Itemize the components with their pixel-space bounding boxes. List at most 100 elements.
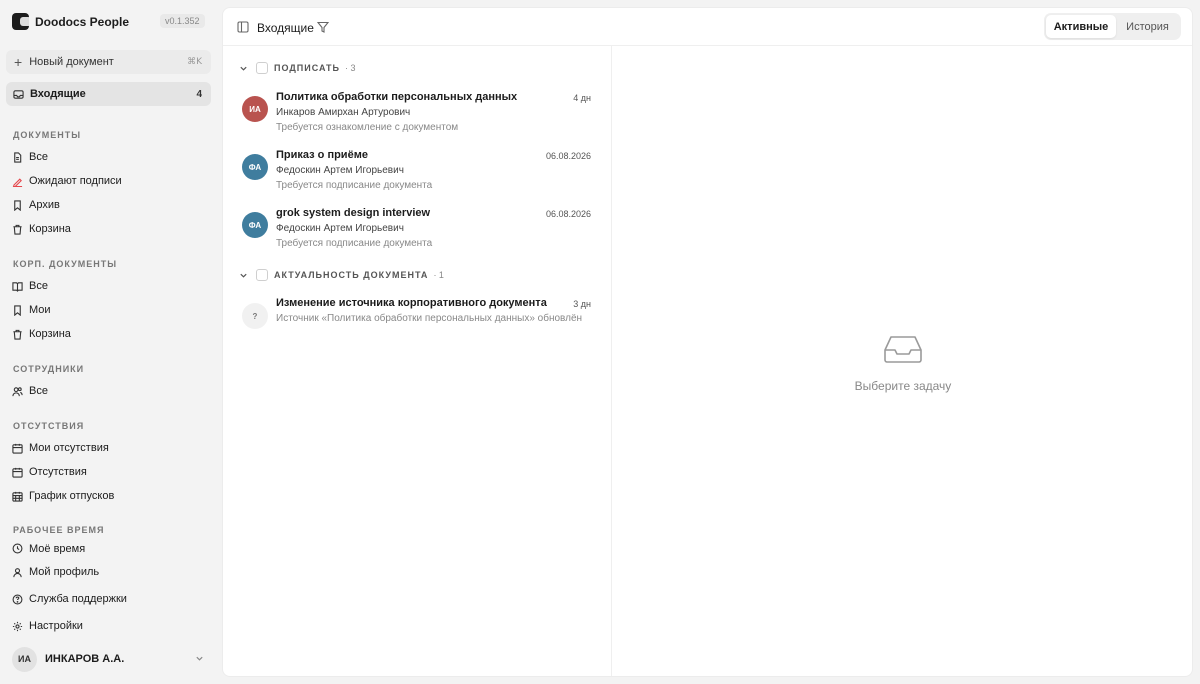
- new-document-button[interactable]: + Новый документ ⌘K: [6, 50, 211, 74]
- sidebar-item-absences[interactable]: Отсутствия: [12, 463, 87, 481]
- sidebar-item-label: Моё время: [29, 543, 86, 554]
- sidebar-item-label: Ожидают подписи: [29, 175, 122, 187]
- sidebar-item-corp-trash[interactable]: Корзина: [12, 325, 71, 343]
- sidebar-item-documents-trash[interactable]: Корзина: [12, 220, 71, 238]
- help-icon: [12, 594, 23, 605]
- sidebar-item-label: Все: [29, 151, 48, 163]
- sidebar-item-label: Мои отсутствия: [29, 442, 109, 454]
- task-title: Изменение источника корпоративного докум…: [276, 297, 547, 309]
- app-logo-icon: [12, 13, 29, 30]
- task-list: ПОДПИСАТЬ · 3 ИА Политика обработки перс…: [223, 46, 612, 676]
- task-title: Приказ о приёме: [276, 149, 368, 161]
- new-document-label: Новый документ: [29, 56, 114, 68]
- brand[interactable]: Doodocs People: [12, 13, 129, 30]
- task-status: Требуется ознакомление с документом: [276, 122, 459, 133]
- book-icon: [12, 281, 23, 292]
- trash-icon: [12, 329, 23, 340]
- group-checkbox[interactable]: [256, 62, 268, 74]
- task-status: Требуется подписание документа: [276, 238, 433, 249]
- user-menu[interactable]: ИА ИНКАРОВ А.А.: [12, 646, 208, 672]
- sidebar-item-support[interactable]: Служба поддержки: [12, 590, 127, 608]
- sidebar-item-label: Входящие: [30, 88, 86, 100]
- sidebar-item-label: Мой профиль: [29, 566, 100, 578]
- calendar-grid-icon: [12, 491, 23, 502]
- main-panel: Входящие Активные История ПОДПИСАТЬ · 3 …: [222, 7, 1193, 677]
- sidebar-item-awaiting-signature[interactable]: Ожидают подписи: [12, 172, 122, 190]
- task-title: grok system design interview: [276, 207, 431, 219]
- task-author: Федоскин Артем Игорьевич: [276, 165, 404, 176]
- avatar: ?: [242, 303, 268, 329]
- sidebar-item-label: Все: [29, 385, 48, 397]
- sidebar-item-employees-all[interactable]: Все: [12, 382, 48, 400]
- inbox-count-badge: 4: [196, 88, 202, 100]
- list-item[interactable]: ФА grok system design interview 06.08.20…: [223, 207, 612, 261]
- sidebar-item-label: Архив: [29, 199, 60, 211]
- task-title: Политика обработки персональных данных: [276, 91, 518, 103]
- plus-icon: +: [14, 54, 23, 70]
- calendar-icon: [12, 443, 23, 454]
- group-title: ПОДПИСАТЬ: [274, 63, 340, 73]
- sidebar-item-label: Служба поддержки: [29, 593, 127, 605]
- sidebar-item-label: Настройки: [29, 620, 83, 632]
- chevron-down-icon[interactable]: [239, 64, 248, 73]
- sidebar-item-archive[interactable]: Архив: [12, 196, 60, 214]
- inbox-icon: [13, 89, 24, 100]
- sidebar-item-documents-all[interactable]: Все: [12, 148, 48, 166]
- view-segmented-control: Активные История: [1044, 13, 1181, 40]
- sidebar-item-settings[interactable]: Настройки: [12, 617, 83, 635]
- bookmark-icon: [12, 304, 23, 316]
- avatar: ФА: [242, 154, 268, 180]
- list-item[interactable]: ? Изменение источника корпоративного док…: [223, 297, 612, 351]
- filter-icon[interactable]: [317, 21, 329, 33]
- topbar: Входящие Активные История: [223, 8, 1192, 46]
- tab-active[interactable]: Активные: [1046, 15, 1116, 38]
- shortcut-hint: ⌘K: [187, 57, 202, 67]
- sidebar-item-label: Отсутствия: [29, 466, 87, 478]
- sidebar-item-corp-all[interactable]: Все: [12, 277, 48, 295]
- sidebar-item-label: Все: [29, 280, 48, 292]
- avatar: ИА: [242, 96, 268, 122]
- empty-state-text: Выберите задачу: [854, 379, 952, 393]
- group-title: АКТУАЛЬНОСТЬ ДОКУМЕНТА: [274, 270, 429, 280]
- sidebar-item-corp-mine[interactable]: Мои: [12, 301, 51, 319]
- avatar: ИА: [12, 646, 37, 672]
- sidebar-item-vacation-schedule[interactable]: График отпусков: [12, 487, 114, 505]
- sidebar: Doodocs People v0.1.352 + Новый документ…: [0, 0, 220, 684]
- inbox-tray-icon: [884, 336, 922, 363]
- sidebar-item-inbox[interactable]: Входящие 4: [6, 82, 211, 106]
- tab-history[interactable]: История: [1116, 15, 1179, 38]
- list-item[interactable]: ИА Политика обработки персональных данны…: [223, 91, 612, 145]
- chevron-down-icon[interactable]: [239, 271, 248, 280]
- task-status: Требуется подписание документа: [276, 180, 433, 191]
- sidebar-item-label: Корзина: [29, 328, 71, 340]
- section-title-work-time: РАБОЧЕЕ ВРЕМЯ: [13, 525, 105, 535]
- sidebar-item-label: Мои: [29, 304, 51, 316]
- sidebar-item-my-profile[interactable]: Мой профиль: [12, 563, 99, 581]
- users-icon: [12, 386, 23, 397]
- user-name: ИНКАРОВ А.А.: [45, 653, 125, 665]
- section-title-documents: ДОКУМЕНТЫ: [13, 130, 82, 140]
- sidebar-item-my-time[interactable]: Моё время: [12, 543, 85, 554]
- calendar-icon: [12, 467, 23, 478]
- sidebar-toggle-icon[interactable]: [237, 21, 249, 33]
- signature-icon: [12, 176, 23, 187]
- bookmark-icon: [12, 199, 23, 211]
- sidebar-item-my-absences[interactable]: Мои отсутствия: [12, 439, 109, 457]
- task-date: 06.08.2026: [545, 209, 591, 219]
- group-header-relevance[interactable]: АКТУАЛЬНОСТЬ ДОКУМЕНТА · 1: [239, 268, 444, 282]
- task-author: Федоскин Артем Игорьевич: [276, 223, 404, 234]
- group-checkbox[interactable]: [256, 269, 268, 281]
- clock-icon: [12, 543, 23, 554]
- chevron-down-icon: [196, 656, 203, 661]
- document-icon: [12, 151, 23, 163]
- group-count: · 3: [345, 63, 356, 73]
- sidebar-item-label: Корзина: [29, 223, 71, 235]
- gear-icon: [12, 621, 23, 632]
- section-title-corp-documents: КОРП. ДОКУМЕНТЫ: [13, 259, 118, 269]
- avatar: ФА: [242, 212, 268, 238]
- app-name: Doodocs People: [35, 14, 130, 29]
- list-item[interactable]: ФА Приказ о приёме 06.08.2026 Федоскин А…: [223, 149, 612, 203]
- section-title-absences: ОТСУТСТВИЯ: [13, 421, 85, 431]
- group-header-sign[interactable]: ПОДПИСАТЬ · 3: [239, 61, 356, 75]
- page-title: Входящие: [257, 21, 314, 35]
